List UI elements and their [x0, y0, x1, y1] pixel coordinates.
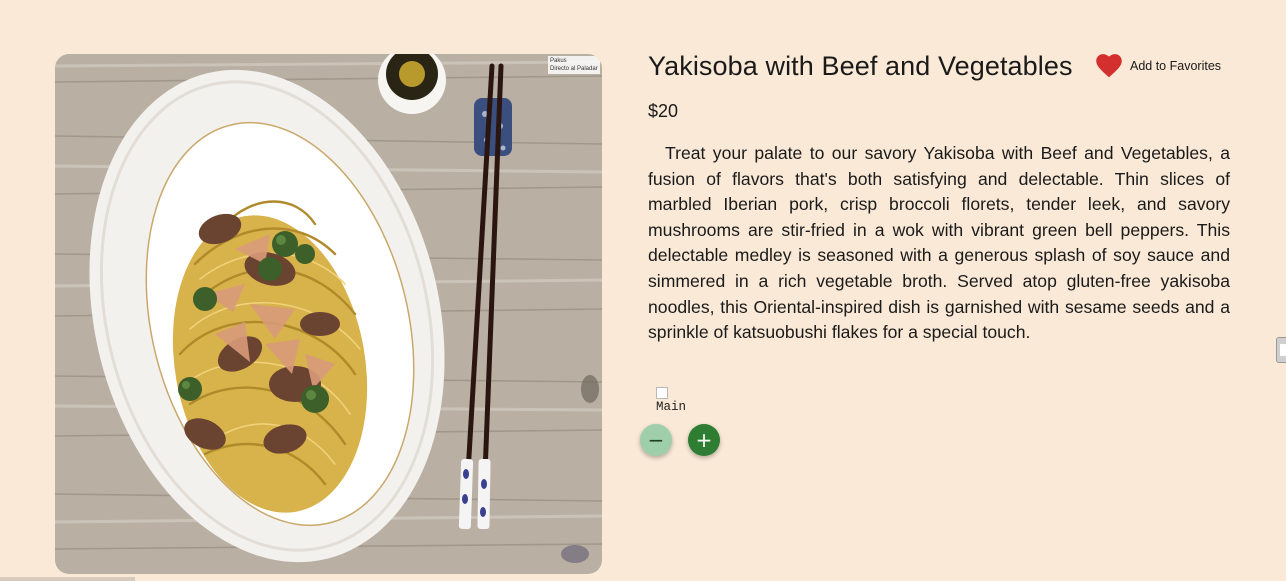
- add-to-favorites-button[interactable]: Add to Favorites: [1096, 53, 1221, 79]
- broken-image-alt-text: Main: [656, 400, 687, 414]
- yakisoba-photo: [55, 54, 602, 574]
- watermark-line-2: Directo al Paladar: [550, 66, 598, 72]
- image-watermark: Pakus Directo al Paladar: [548, 56, 600, 74]
- broken-image-icon: [656, 387, 668, 399]
- broken-image-placeholder: Main: [656, 387, 686, 414]
- side-panel-toggle-icon: [1280, 344, 1286, 356]
- watermark-line-1: Pakus: [550, 58, 567, 64]
- product-title: Yakisoba with Beef and Vegetables: [648, 51, 1073, 81]
- product-description: Treat your palate to our savory Yakisoba…: [648, 143, 1230, 343]
- product-price: $20: [648, 101, 679, 121]
- increase-quantity-button[interactable]: +: [688, 424, 720, 456]
- add-to-favorites-label[interactable]: Add to Favorites: [1130, 59, 1221, 73]
- product-image: Pakus Directo al Paladar: [55, 54, 602, 574]
- horizontal-scrollbar[interactable]: [0, 577, 135, 581]
- heart-icon[interactable]: [1096, 54, 1122, 78]
- side-panel-toggle[interactable]: [1276, 337, 1286, 363]
- decrease-quantity-button[interactable]: −: [640, 424, 672, 456]
